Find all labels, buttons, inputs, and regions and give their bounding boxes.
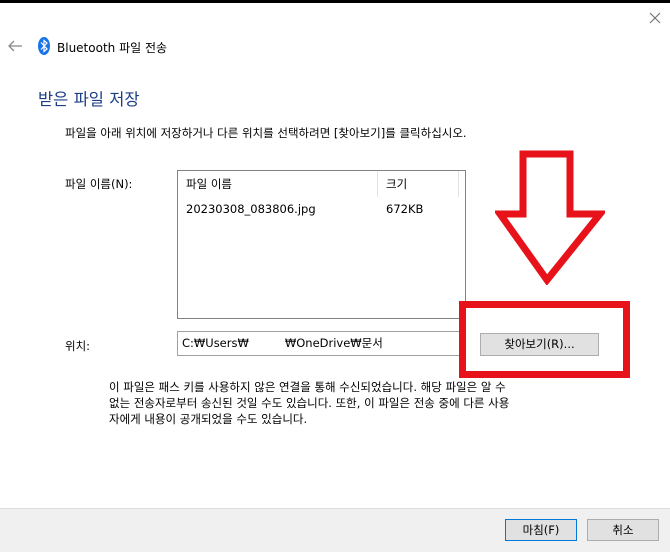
finish-button[interactable]: 마침(F) [505, 519, 577, 541]
instruction-text: 파일을 아래 위치에 저장하거나 다른 위치를 선택하려면 [찾아보기]를 클릭… [65, 126, 467, 140]
file-name-cell: 20230308_083806.jpg [186, 202, 316, 216]
window-title: Bluetooth 파일 전송 [57, 41, 168, 55]
annotation-down-arrow [495, 150, 605, 285]
annotation-highlight-box [459, 301, 630, 378]
location-label: 위치: [65, 339, 91, 353]
window-top-edge [0, 0, 670, 3]
back-arrow-icon[interactable] [6, 37, 24, 55]
column-header-size[interactable]: 크기 [378, 171, 459, 197]
file-row[interactable]: 20230308_083806.jpg 672KB [178, 199, 465, 219]
location-field[interactable]: C:₩Users₩ ₩OneDrive₩문서 [177, 331, 466, 356]
location-path-start: C:₩Users₩ [182, 336, 249, 350]
close-icon[interactable] [645, 8, 665, 28]
file-list[interactable]: 파일 이름 크기 20230308_083806.jpg 672KB [177, 170, 466, 319]
bluetooth-icon [38, 37, 50, 55]
location-path-end: ₩OneDrive₩문서 [284, 336, 383, 350]
column-header-file-name[interactable]: 파일 이름 [178, 171, 378, 197]
security-notice: 이 파일은 패스 키를 사용하지 않은 연결을 통해 수신되었습니다. 해당 파… [109, 380, 510, 426]
file-size-cell: 672KB [386, 202, 424, 216]
cancel-button[interactable]: 취소 [587, 519, 659, 541]
file-name-label: 파일 이름(N): [65, 177, 133, 191]
page-heading: 받은 파일 저장 [38, 90, 140, 109]
